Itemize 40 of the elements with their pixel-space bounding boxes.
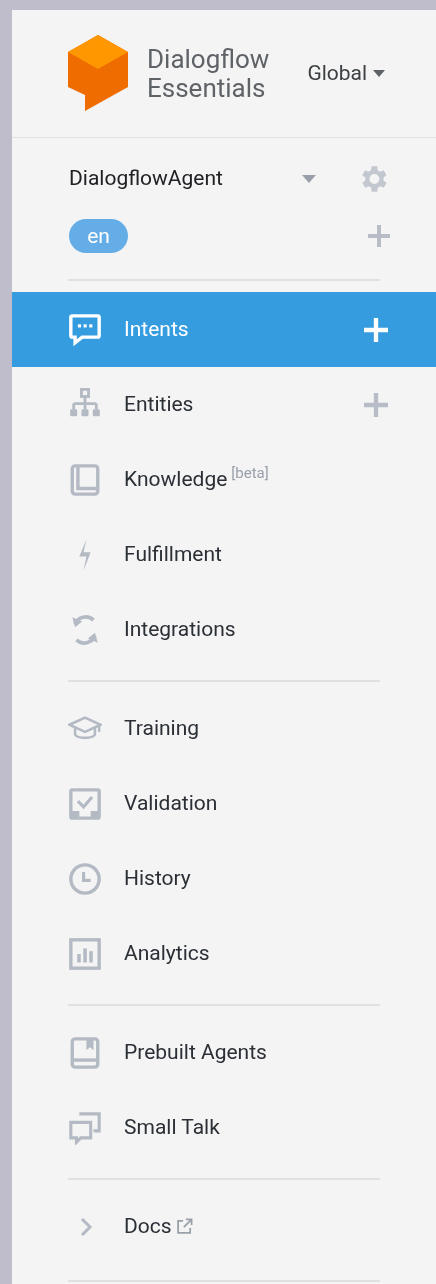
- caret-icon: [373, 70, 386, 77]
- nav-item[interactable]: Entities: [12, 367, 436, 442]
- nav-label: Entities: [124, 390, 194, 418]
- nav-label: Fulfillment: [124, 540, 222, 568]
- bar-chart-icon: [68, 936, 102, 971]
- checkbox-icon: [68, 786, 102, 821]
- nav-item[interactable]: Fulfillment: [12, 517, 436, 592]
- book-icon: [68, 462, 102, 497]
- nav-item[interactable]: Small Talk: [12, 1090, 436, 1165]
- nav-item[interactable]: Training: [12, 691, 436, 766]
- external-link-icon: [175, 1218, 193, 1235]
- nav-label: Analytics: [124, 939, 210, 967]
- add-icon[interactable]: [364, 317, 388, 342]
- nav-item[interactable]: Analytics: [12, 916, 436, 991]
- nav-label: Integrations: [124, 615, 236, 643]
- nav-item[interactable]: Prebuilt Agents: [12, 1015, 436, 1090]
- nav-item[interactable]: History: [12, 841, 436, 916]
- product-name: Dialogflow: [147, 44, 270, 74]
- nav-label: Intents: [124, 315, 189, 343]
- nav-item[interactable]: Docs: [12, 1189, 436, 1264]
- add-icon[interactable]: [364, 392, 388, 417]
- nav-label: Prebuilt Agents: [124, 1038, 267, 1066]
- chat-bubbles-icon: [68, 1110, 102, 1145]
- bookmark-book-icon: [68, 1035, 102, 1070]
- nav-item[interactable]: Validation: [12, 766, 436, 841]
- nav-label: Knowledge: [124, 465, 228, 493]
- region-dropdown[interactable]: Global: [307, 57, 386, 90]
- nav-label: Validation: [124, 789, 218, 817]
- nav-label: History: [124, 864, 191, 892]
- nav-item[interactable]: Integrations: [12, 592, 436, 667]
- product-name: Essentials: [147, 73, 266, 103]
- add-icon[interactable]: [368, 225, 390, 247]
- nav-label: Docs: [124, 1212, 172, 1240]
- beta-tag: [beta]: [231, 462, 269, 485]
- nav-label: Small Talk: [124, 1113, 220, 1141]
- clock-icon: [68, 861, 102, 896]
- agent-selector[interactable]: DialogflowAgent: [69, 163, 302, 195]
- chat-icon: [68, 312, 102, 347]
- nav-label: Training: [124, 714, 200, 742]
- caret-icon[interactable]: [302, 175, 316, 183]
